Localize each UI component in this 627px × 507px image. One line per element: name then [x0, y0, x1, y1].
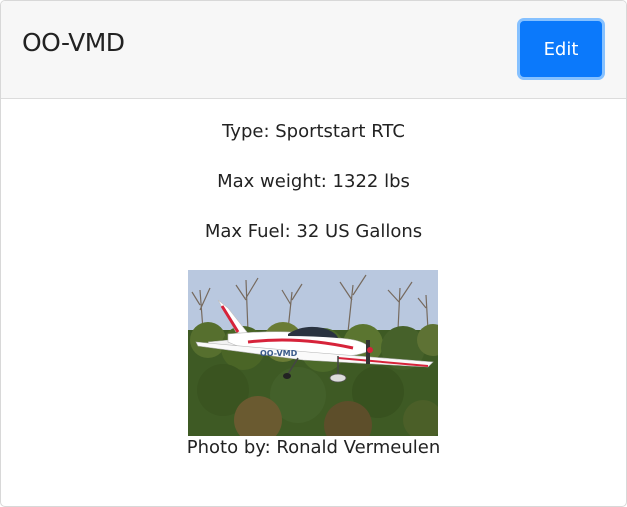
edit-button[interactable]: Edit: [517, 18, 605, 80]
aircraft-max-fuel: Max Fuel: 32 US Gallons: [204, 221, 423, 242]
aircraft-photo: OO-VMD: [188, 270, 438, 436]
svg-text:OO-VMD: OO-VMD: [260, 349, 298, 358]
photo-credit: Photo by: Ronald Vermeulen: [186, 437, 441, 458]
aircraft-card: OO-VMD Edit Type: Sportstart RTC Max wei…: [0, 0, 627, 507]
aircraft-max-weight: Max weight: 1322 lbs: [217, 171, 410, 192]
aircraft-type: Type: Sportstart RTC: [222, 121, 405, 142]
aircraft-registration-title: OO-VMD: [22, 28, 125, 57]
card-header: OO-VMD Edit: [1, 1, 626, 99]
